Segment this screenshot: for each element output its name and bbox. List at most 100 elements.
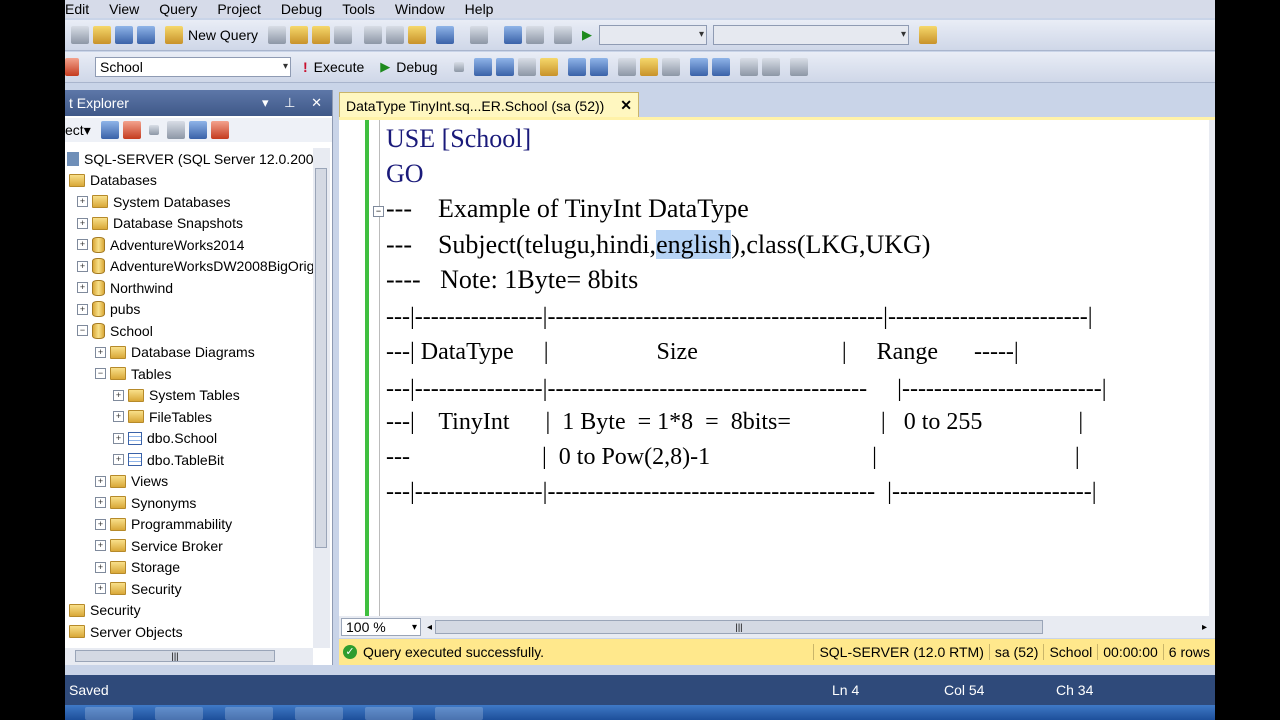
toolbox-icon[interactable]	[919, 26, 938, 44]
connect-icon[interactable]	[100, 121, 119, 139]
filter-icon[interactable]	[166, 121, 185, 139]
xmla-query-icon[interactable]	[334, 26, 353, 44]
report-icon[interactable]	[554, 26, 573, 44]
expand-icon[interactable]: +	[77, 196, 88, 207]
mdx-query-icon[interactable]	[312, 26, 331, 44]
execute-icon[interactable]: !	[303, 59, 308, 75]
code-line[interactable]: --- | 0 to Pow(2,8)-1 | |	[386, 440, 1080, 474]
expand-icon[interactable]: +	[113, 454, 124, 465]
code-line[interactable]: GO	[386, 157, 424, 191]
start-debug-icon[interactable]: ▶	[582, 27, 592, 43]
db-engine-query-icon[interactable]	[268, 26, 287, 44]
save-icon[interactable]	[115, 26, 133, 44]
tree-node[interactable]: + Service Broker	[95, 535, 223, 556]
tree-server-node[interactable]: SQL-SERVER (SQL Server 12.0.2000 - s	[67, 148, 313, 169]
tree-node[interactable]: − Tables	[95, 363, 171, 384]
expand-icon[interactable]: +	[77, 239, 88, 250]
copy-icon[interactable]	[386, 26, 405, 44]
undo-icon[interactable]	[436, 26, 455, 44]
expand-icon[interactable]: +	[113, 411, 124, 422]
save-all-icon[interactable]	[137, 26, 155, 44]
menu-debug[interactable]: Debug	[281, 1, 322, 17]
estimated-plan-icon[interactable]	[495, 58, 514, 76]
tree-node[interactable]: + pubs	[77, 299, 140, 320]
editor-vscroll[interactable]	[1209, 120, 1215, 616]
tree-node[interactable]: Security	[69, 600, 141, 621]
object-explorer-hscroll[interactable]: |||	[65, 648, 313, 665]
menu-project[interactable]: Project	[217, 1, 261, 17]
expand-icon[interactable]: +	[95, 346, 106, 358]
decrease-indent-icon[interactable]	[739, 58, 758, 76]
query-editor[interactable]: − USE [School] GO --- Example of TinyInt D…	[339, 120, 1215, 616]
tree-node[interactable]: Server Objects	[69, 621, 183, 642]
refresh-icon[interactable]	[188, 121, 207, 139]
database-select[interactable]: School ▾	[95, 57, 291, 77]
code-line[interactable]: ---|----------------|-------------------…	[386, 372, 1107, 406]
tree-node[interactable]: + System Databases	[77, 191, 231, 212]
find-combo[interactable]: ▾	[713, 25, 910, 45]
vscroll-thumb[interactable]	[315, 168, 327, 548]
code-line[interactable]: --- Subject(telugu,hindi,english),class(…	[386, 228, 930, 262]
tree-node[interactable]: + Database Diagrams	[95, 342, 255, 363]
tree-node[interactable]: + dbo.TableBit	[113, 449, 224, 470]
cancel-query-icon[interactable]	[453, 62, 464, 72]
uncomment-icon[interactable]	[711, 58, 730, 76]
panel-buttons[interactable]: ▾ ⊥ ✕	[262, 95, 328, 111]
tree-node[interactable]: + Views	[95, 471, 168, 492]
menu-view[interactable]: View	[109, 1, 139, 17]
zoom-select[interactable]: 100 % ▾	[341, 618, 421, 636]
comment-icon[interactable]	[689, 58, 708, 76]
tree-node[interactable]: + Security	[95, 578, 182, 599]
stop-icon[interactable]	[148, 125, 159, 135]
debug-icon[interactable]: ▶	[380, 59, 390, 75]
collapse-icon[interactable]: −	[77, 325, 88, 336]
connect-button[interactable]: ect▾	[65, 122, 91, 139]
taskbar-folder-icon[interactable]	[365, 707, 413, 720]
expand-icon[interactable]: +	[95, 518, 106, 530]
expand-icon[interactable]: +	[95, 497, 106, 508]
tree-node[interactable]: Databases	[69, 170, 157, 191]
expand-icon[interactable]: +	[95, 540, 106, 551]
find-icon[interactable]	[526, 26, 545, 44]
solution-config-combo[interactable]: ▾	[599, 25, 708, 45]
code-line[interactable]: --- Example of TinyInt DataType	[386, 192, 749, 226]
expand-icon[interactable]: +	[77, 282, 88, 293]
change-connection-icon[interactable]	[65, 58, 79, 76]
code-line[interactable]: ---| TinyInt | 1 Byte = 1*8 = 8bits= | 0…	[386, 405, 1083, 439]
collapse-icon[interactable]: −	[95, 368, 106, 379]
code-line[interactable]: ---|----------------|-------------------…	[386, 475, 1097, 509]
menu-edit[interactable]: Edit	[65, 1, 89, 17]
menu-tools[interactable]: Tools	[342, 1, 375, 17]
code-line[interactable]: USE [School]	[386, 122, 531, 156]
tree-node[interactable]: + FileTables	[113, 406, 212, 427]
taskbar-ie-icon[interactable]	[85, 707, 133, 720]
taskbar-ssms-icon[interactable]	[435, 707, 483, 720]
cut-icon[interactable]	[364, 26, 383, 44]
tree-node[interactable]: + Programmability	[95, 514, 232, 535]
code-line[interactable]: ---|----------------|-------------------…	[386, 300, 1093, 334]
tree-node[interactable]: + System Tables	[113, 385, 240, 406]
expand-icon[interactable]: +	[95, 583, 106, 594]
expand-icon[interactable]: +	[113, 432, 124, 444]
tree-node[interactable]: − School	[77, 320, 153, 341]
disconnect-icon[interactable]	[122, 121, 141, 139]
editor-hscroll-thumb[interactable]: |||	[435, 620, 1043, 634]
document-tab[interactable]: DataType TinyInt.sq...ER.School (sa (52)…	[339, 92, 639, 118]
object-explorer-vscroll[interactable]	[313, 148, 330, 648]
menu-query[interactable]: Query	[159, 1, 197, 17]
navigate-icon[interactable]	[504, 26, 523, 44]
specify-values-icon[interactable]	[789, 58, 808, 76]
analysis-query-icon[interactable]	[290, 26, 309, 44]
open-file-icon[interactable]	[93, 26, 111, 44]
results-options-icon[interactable]	[539, 58, 558, 76]
new-query-icon[interactable]	[165, 26, 183, 44]
tree-node[interactable]: + Northwind	[77, 277, 173, 298]
results-to-file-icon[interactable]	[661, 58, 680, 76]
new-query-button[interactable]: New Query	[188, 27, 258, 43]
code-line[interactable]: ---| DataType | Size | Range -----|	[386, 335, 1019, 369]
hscroll-thumb[interactable]: |||	[75, 650, 275, 662]
debug-button[interactable]: Debug	[396, 59, 437, 75]
expand-icon[interactable]: +	[95, 561, 106, 573]
execute-button[interactable]: Execute	[314, 59, 365, 75]
activity-monitor-icon[interactable]	[210, 121, 229, 139]
